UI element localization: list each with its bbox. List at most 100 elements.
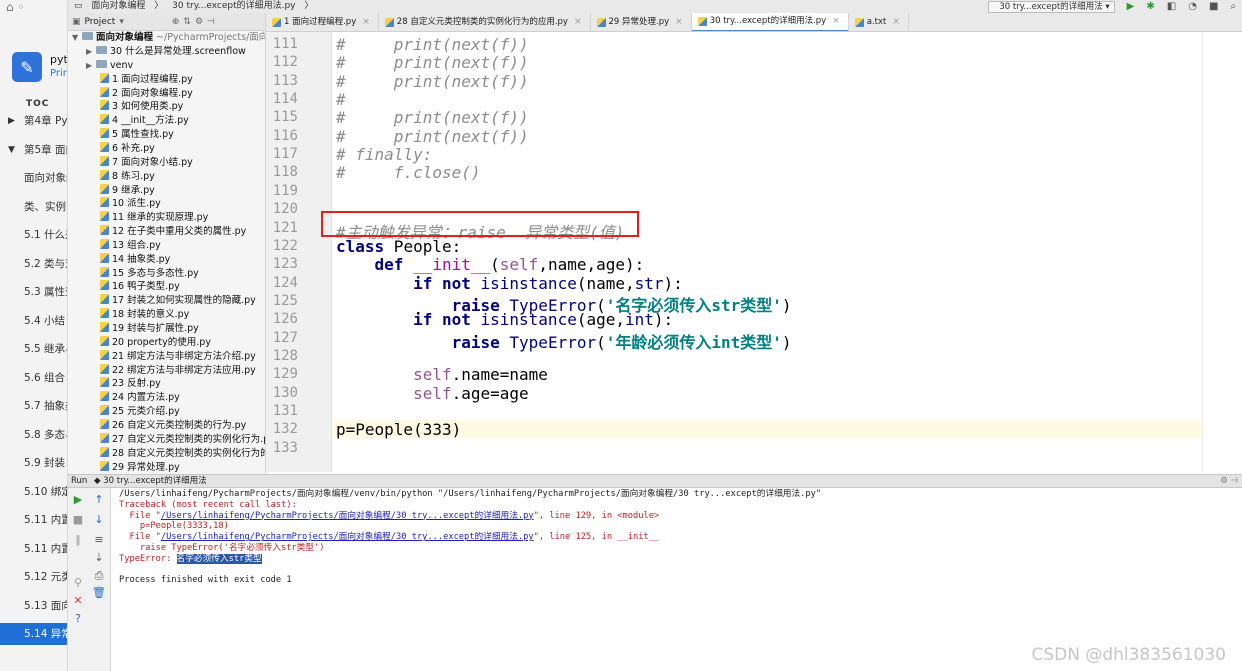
project-file[interactable]: 22 绑定方法与非绑定方法应用.py (100, 363, 256, 378)
editor-tab[interactable]: 30 try...except的详细用法.py × (691, 13, 849, 31)
soft-wrap-icon[interactable]: ≡ (92, 533, 106, 546)
project-file[interactable]: 21 绑定方法与非绑定方法介绍.py (100, 349, 256, 364)
hide-icon[interactable]: ⊣ (207, 17, 215, 27)
editor-tab[interactable]: 1 面向过程编程.py × (266, 13, 379, 31)
toc-item[interactable]: 5.12 元类 (0, 566, 67, 588)
toc-item[interactable]: 5.3 属性查 (0, 281, 67, 303)
close-icon[interactable]: × (892, 13, 900, 31)
project-file[interactable]: 1 面向过程编程.py (100, 72, 193, 87)
toc-item[interactable]: 5.4 小结 (0, 310, 67, 332)
settings-icon[interactable]: ⚙ ⊣ (1220, 475, 1238, 487)
project-file[interactable]: 3 如何使用类.py (100, 100, 183, 114)
close-icon[interactable]: ✕ (71, 594, 85, 607)
project-folder[interactable]: ▶ 30 什么是异常处理.screenflow (86, 45, 246, 59)
help-icon[interactable]: ? (71, 612, 85, 625)
run-icon[interactable]: ▶ (1127, 0, 1135, 13)
project-file[interactable]: 2 面向对象编程.py (100, 86, 193, 101)
toc-item[interactable]: 5.7 抽象类 (0, 395, 67, 417)
editor-tab[interactable]: a.txt × (849, 13, 909, 31)
project-file[interactable]: 29 异常处理.py (100, 460, 180, 475)
line-number: 126 (272, 311, 298, 328)
profile-icon[interactable]: ◔ (1188, 0, 1197, 13)
project-file[interactable]: 11 继承的实现原理.py (100, 211, 208, 225)
pause-icon[interactable]: ‖ (71, 533, 85, 546)
toc-item[interactable]: 5.11 内置 (0, 538, 67, 560)
collapse-icon[interactable]: ⇅ (183, 17, 191, 27)
project-file[interactable]: 20 property的使用.py (100, 335, 211, 350)
toc-item[interactable]: 5.9 封装 (0, 452, 67, 474)
close-icon[interactable]: × (362, 13, 370, 31)
project-file[interactable]: 26 自定义元类控制类的行为.py (100, 418, 246, 433)
project-file[interactable]: 7 面向对象小结.py (100, 155, 193, 170)
up-arrow-icon[interactable]: ↑ (92, 493, 106, 506)
close-icon[interactable]: × (832, 13, 840, 31)
toc-item-label: 5.7 抽象类 (24, 400, 67, 412)
toc-item[interactable]: 5.10 绑定 (0, 481, 67, 503)
project-file[interactable]: 15 多态与多态性.py (100, 266, 199, 281)
console-file-link[interactable]: /Users/linhaifeng/PycharmProjects/面向对象编程… (161, 532, 534, 542)
close-icon[interactable]: × (574, 13, 582, 31)
sync-icon[interactable]: ⊕ (172, 17, 180, 27)
breadcrumb-project[interactable]: 面向对象编程 (91, 1, 145, 11)
project-folder[interactable]: ▶ venv (86, 59, 133, 73)
editor-tab[interactable]: 28 自定义元类控制类的实例化行为的应用.py × (379, 13, 591, 31)
toc-item[interactable]: 5.2 类与对 (0, 253, 67, 275)
project-file[interactable]: 17 封装之如何实现属性的隐藏.py (100, 294, 256, 308)
toc-item[interactable]: 5.8 多态与 (0, 424, 67, 446)
toc-item[interactable]: 类、实例 (0, 196, 67, 218)
toc-item[interactable]: ▼ 第5章 面向 (0, 139, 67, 161)
toc-item[interactable]: 5.11 内置 (0, 509, 67, 531)
project-file[interactable]: 16 鸭子类型.py (100, 280, 180, 294)
chevron-down-icon[interactable]: ▾ (119, 17, 124, 27)
project-view-select[interactable]: Project (85, 17, 116, 27)
code-editor[interactable]: 111 112 113 114 115 116 117 118 119 120 121 122 123 1… (266, 32, 1202, 472)
project-file[interactable]: 13 组合.py (100, 238, 161, 253)
toc-item[interactable]: 5.6 组合 (0, 367, 67, 389)
project-root[interactable]: ▼ 面向对象编程 ~/PycharmProjects/面向对 (72, 31, 265, 45)
tab-label: 30 try...except的详细用法.py (709, 16, 827, 26)
breadcrumb-file[interactable]: 30 try...except的详细用法.py (172, 1, 295, 11)
pin-icon[interactable]: ⚲ (71, 576, 85, 589)
project-file[interactable]: 19 封装与扩展性.py (100, 322, 199, 336)
stop-icon[interactable]: ■ (71, 513, 85, 526)
project-file[interactable]: 18 封装的意义.py (100, 308, 189, 322)
gear-icon[interactable]: ⚙ (195, 17, 203, 27)
project-file[interactable]: 24 内置方法.py (100, 391, 180, 405)
rerun-icon[interactable]: ▶ (71, 493, 85, 506)
project-file[interactable]: 8 练习.py (100, 169, 155, 184)
coverage-icon[interactable]: ◧ (1167, 0, 1176, 13)
debug-icon[interactable]: ✱ (1146, 0, 1154, 13)
down-arrow-icon[interactable]: ↓ (92, 513, 106, 526)
console-file-link[interactable]: /Users/linhaifeng/PycharmProjects/面向对象编程… (161, 511, 534, 521)
run-console[interactable]: /Users/linhaifeng/PycharmProjects/面向对象编程… (111, 488, 1242, 671)
project-item-label: 27 自定义元类控制类的实例化行为.p (112, 433, 266, 445)
close-icon[interactable]: × (675, 13, 683, 31)
toc-item[interactable]: 面向对象编 (0, 167, 67, 189)
scroll-end-icon[interactable]: ⇣ (92, 551, 106, 564)
project-file[interactable]: 14 抽象类.py (100, 252, 170, 267)
trash-icon[interactable]: 🗑 (92, 586, 106, 599)
project-file[interactable]: 23 反射.py (100, 377, 161, 391)
python-file-icon (100, 308, 109, 319)
project-file[interactable]: 4 __init__方法.py (100, 114, 189, 128)
toc-item[interactable]: 5.5 继承与 (0, 338, 67, 360)
project-file[interactable]: 10 派生.py (100, 197, 161, 211)
project-file[interactable]: 6 补充.py (100, 141, 155, 156)
project-file[interactable]: 25 元类介绍.py (100, 405, 180, 419)
editor-tab[interactable]: 29 异常处理.py × (591, 13, 692, 31)
project-file[interactable]: 5 属性查找.py (100, 128, 174, 142)
toc-item[interactable]: ▶ 第4章 Pyt (0, 110, 67, 132)
project-file[interactable]: 12 在子类中重用父类的属性.py (100, 225, 246, 239)
code-token: p=People(333) (336, 420, 462, 440)
toc-item[interactable]: 5.13 面向 (0, 595, 67, 617)
run-config-select[interactable]: 30 try...except的详细用法 ▾ (988, 0, 1115, 13)
stop-icon[interactable]: ■ (1209, 0, 1218, 13)
project-file[interactable]: 28 自定义元类控制类的实例化行为的 (100, 446, 265, 461)
project-file[interactable]: 9 继承.py (100, 183, 155, 198)
print-icon[interactable]: ⎙ (92, 569, 106, 583)
search-icon[interactable]: ⌕ (1230, 0, 1236, 13)
project-file[interactable]: 27 自定义元类控制类的实例化行为.p (100, 432, 266, 447)
line-number: 124 (272, 274, 298, 291)
toc-item[interactable]: 5.1 什么是 (0, 224, 67, 246)
toc-item[interactable]: 5.14 异常 (0, 623, 67, 645)
